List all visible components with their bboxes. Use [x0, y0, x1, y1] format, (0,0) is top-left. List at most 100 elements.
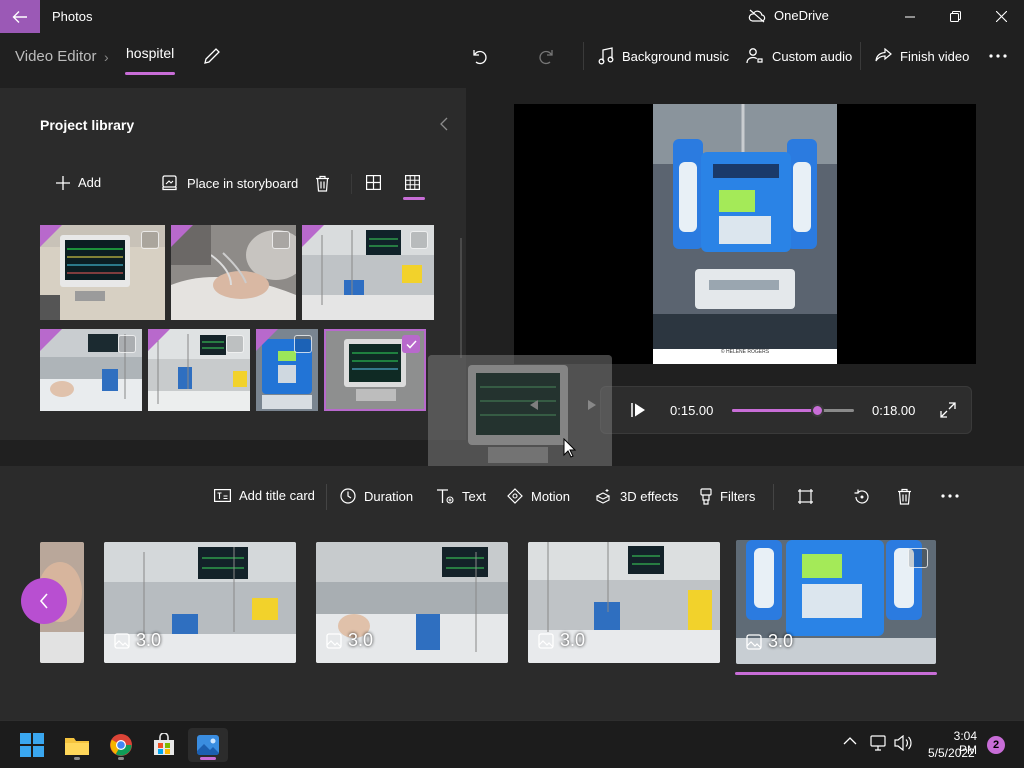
storyboard-scroll-left-button[interactable]: [21, 578, 67, 624]
storyboard-separator: [326, 484, 327, 510]
storyboard-clip[interactable]: 3.0: [104, 542, 296, 663]
library-thumbnail[interactable]: [148, 329, 250, 411]
network-button[interactable]: [870, 735, 888, 751]
finish-video-button[interactable]: Finish video: [875, 44, 969, 68]
clock-icon: [340, 488, 356, 504]
monitor-drag-image: [428, 355, 612, 475]
grid-small-icon: [405, 175, 420, 190]
seek-slider-thumb[interactable]: [811, 404, 824, 417]
notification-badge[interactable]: 2: [987, 736, 1005, 754]
duration-button[interactable]: Duration: [340, 488, 413, 504]
music-note-icon: [598, 47, 614, 65]
text-button[interactable]: Text: [436, 488, 486, 504]
pencil-icon: [204, 48, 220, 64]
more-options-button[interactable]: [989, 44, 1007, 68]
large-thumbnails-button[interactable]: [366, 175, 381, 190]
back-button[interactable]: [0, 0, 40, 33]
project-title[interactable]: hospitel: [126, 45, 174, 61]
start-button[interactable]: [12, 728, 52, 762]
taskbar-microsoft-store[interactable]: [144, 728, 184, 762]
duration-label: Duration: [364, 488, 414, 504]
onedrive-status[interactable]: OneDrive: [748, 8, 829, 23]
rotate-button[interactable]: [853, 488, 871, 506]
rotate-icon: [854, 489, 869, 504]
total-time: 0:18.00: [872, 403, 916, 418]
close-button[interactable]: [978, 0, 1024, 33]
3d-effects-button[interactable]: 3D effects: [595, 488, 678, 504]
delete-library-item-button[interactable]: [315, 175, 330, 192]
library-scrollbar[interactable]: [460, 238, 462, 358]
motion-button[interactable]: Motion: [507, 488, 570, 504]
library-thumbnail[interactable]: [40, 329, 142, 411]
windows-logo-icon: [20, 733, 44, 757]
library-thumbnail-selected[interactable]: [324, 329, 426, 411]
show-hidden-icons-button[interactable]: [843, 737, 857, 745]
current-time: 0:15.00: [670, 403, 714, 418]
library-thumbnail[interactable]: [256, 329, 318, 411]
undo-button[interactable]: [470, 44, 488, 68]
volume-button[interactable]: [894, 735, 912, 751]
clip-duration-value: 3.0: [348, 630, 374, 650]
small-thumbnails-button[interactable]: [405, 175, 420, 190]
storyboard-clip-selected[interactable]: 3.0: [736, 540, 936, 664]
chevron-up-icon: [843, 737, 857, 745]
plus-icon: [56, 175, 70, 190]
minimize-button[interactable]: [887, 0, 933, 33]
running-indicator: [74, 757, 80, 760]
custom-audio-button[interactable]: Custom audio: [746, 44, 852, 68]
breadcrumb-video-editor[interactable]: Video Editor: [15, 48, 96, 65]
project-title-underline: [125, 72, 175, 75]
library-separator: [351, 174, 352, 194]
rename-project-button[interactable]: [202, 46, 222, 66]
clock-date[interactable]: 5/5/2022: [928, 746, 975, 760]
select-checkbox[interactable]: [294, 335, 312, 353]
app-title: Photos: [52, 9, 93, 24]
play-button[interactable]: [629, 402, 647, 418]
library-thumbnail[interactable]: [40, 225, 165, 320]
select-checkbox[interactable]: [226, 335, 244, 353]
place-in-storyboard-button[interactable]: Place in storyboard: [162, 175, 298, 191]
select-clip-checkbox[interactable]: [908, 548, 928, 568]
library-thumbnail[interactable]: [171, 225, 296, 320]
drag-preview-thumbnail: [428, 355, 612, 475]
running-indicator: [118, 757, 124, 760]
collapse-library-button[interactable]: [440, 117, 448, 131]
delete-clip-button[interactable]: [897, 488, 912, 505]
restore-icon: [949, 11, 961, 22]
storyboard-clip[interactable]: 3.0: [528, 542, 720, 663]
library-thumbnail[interactable]: [302, 225, 434, 320]
background-music-button[interactable]: Background music: [598, 44, 729, 68]
select-checkbox[interactable]: [410, 231, 428, 249]
place-storyboard-icon: [162, 175, 177, 191]
maximize-button[interactable]: [932, 0, 978, 33]
breadcrumb-chevron-icon: ›: [104, 49, 109, 65]
place-in-storyboard-label: Place in storyboard: [187, 175, 299, 191]
toolbar-separator: [583, 42, 584, 70]
arrow-left-icon: [12, 10, 27, 23]
filters-button[interactable]: Filters: [700, 488, 755, 505]
image-icon: [326, 632, 342, 649]
select-checkbox[interactable]: [141, 231, 159, 249]
in-project-indicator: [256, 329, 278, 351]
crop-button[interactable]: [797, 488, 814, 505]
taskbar-chrome[interactable]: [101, 728, 141, 762]
redo-button[interactable]: [538, 44, 556, 68]
select-checkbox[interactable]: [272, 231, 290, 249]
3d-effects-label: 3D effects: [620, 488, 679, 504]
storyboard-more-button[interactable]: [941, 494, 959, 498]
add-media-button[interactable]: Add: [56, 175, 101, 190]
selected-checkbox[interactable]: [402, 335, 420, 353]
more-horizontal-icon: [989, 54, 1007, 58]
select-checkbox[interactable]: [118, 335, 136, 353]
storyboard-clip[interactable]: 3.0: [316, 542, 508, 663]
in-project-indicator: [40, 329, 62, 351]
clip-duration: 3.0: [114, 630, 161, 651]
preview-frame-image: [653, 104, 837, 364]
title-bar: [0, 0, 1024, 34]
in-project-indicator: [148, 329, 170, 351]
toolbar-separator: [860, 42, 861, 70]
taskbar-photos[interactable]: [188, 728, 228, 762]
add-title-card-button[interactable]: Add title card: [214, 488, 315, 503]
taskbar-file-explorer[interactable]: [57, 728, 97, 762]
fullscreen-button[interactable]: [940, 402, 956, 418]
